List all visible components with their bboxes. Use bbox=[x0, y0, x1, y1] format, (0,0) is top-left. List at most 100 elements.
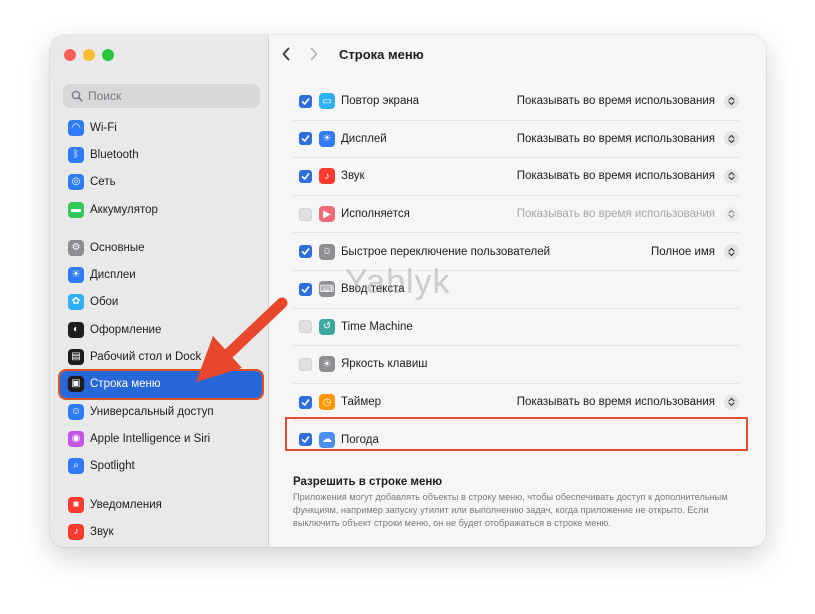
checkbox[interactable] bbox=[299, 94, 312, 108]
screen-mirroring-icon: ▭ bbox=[319, 93, 335, 110]
sidebar-item-label: Дисплеи bbox=[90, 269, 136, 282]
updown-chevron-icon bbox=[724, 168, 739, 184]
sidebar-item-label: Аккумулятор bbox=[90, 203, 158, 216]
chevron-left-icon bbox=[282, 47, 290, 61]
sidebar-item-4[interactable]: ▬ Аккумулятор bbox=[60, 196, 262, 223]
dock-icon: ▤ bbox=[68, 349, 84, 366]
checkmark-icon bbox=[301, 436, 310, 443]
siri-icon: ◉ bbox=[68, 430, 84, 447]
checkbox[interactable] bbox=[299, 132, 312, 146]
visibility-select[interactable]: Показывать во время использования bbox=[517, 168, 739, 184]
settings-window: Поиск ◠ Wi-Fi ᛒ Bluetooth ◎ Сеть ▬ Аккумулятор ⚙… bbox=[50, 35, 766, 547]
timer-icon: ◷ bbox=[319, 394, 335, 411]
sidebar-item-7[interactable]: ✿ Обои bbox=[60, 289, 262, 316]
sidebar-item-8[interactable]: ◐ Оформление bbox=[60, 316, 262, 343]
menu-item-row: ♪ Звук Показывать во время использования bbox=[293, 158, 739, 196]
sun-icon: ☀ bbox=[68, 267, 84, 284]
checkbox[interactable] bbox=[299, 357, 312, 371]
menu-item-row: ☺ Быстрое переключение пользователей Полно… bbox=[293, 233, 739, 271]
spotlight-icon: ⌕ bbox=[68, 458, 84, 475]
minimize-button[interactable] bbox=[83, 49, 95, 61]
menu-item-label: Погода bbox=[341, 433, 379, 446]
visibility-select[interactable]: Показывать во время использования bbox=[517, 131, 739, 147]
menu-item-label: Ввод текста bbox=[341, 283, 405, 296]
sidebar-item-3[interactable]: ◎ Сеть bbox=[60, 169, 262, 196]
sidebar-item-label: Bluetooth bbox=[90, 148, 139, 161]
updown-chevron-icon bbox=[724, 93, 739, 109]
menu-item-row: ◷ Таймер Показывать во время использования bbox=[293, 384, 739, 422]
display-icon: ☀ bbox=[319, 130, 335, 147]
checkbox[interactable] bbox=[299, 207, 312, 221]
updown-chevron-icon bbox=[724, 206, 739, 222]
checkbox[interactable] bbox=[299, 245, 312, 259]
sidebar-item-10[interactable]: ▣ Строка меню bbox=[58, 368, 264, 400]
battery-icon: ▬ bbox=[68, 201, 84, 218]
gear-icon: ⚙ bbox=[68, 239, 84, 256]
updown-chevron-icon bbox=[724, 394, 739, 410]
close-button[interactable] bbox=[64, 49, 76, 61]
toolbar: Строка меню bbox=[269, 35, 766, 73]
now-playing-icon: ▶ bbox=[319, 206, 335, 223]
back-button[interactable] bbox=[275, 43, 297, 65]
menu-item-row: ▶ Исполняется Показывать во время использо… bbox=[293, 196, 739, 234]
bluetooth-icon: ᛒ bbox=[68, 146, 84, 163]
keyboard-brightness-icon: ☀ bbox=[319, 356, 335, 373]
sound-icon: ♪ bbox=[68, 523, 84, 540]
menu-item-label: Повтор экрана bbox=[341, 95, 420, 108]
checkmark-icon bbox=[301, 173, 310, 180]
sidebar-item-label: Оформление bbox=[90, 323, 162, 336]
visibility-select[interactable]: Показывать во время использования bbox=[517, 394, 739, 410]
select-value: Показывать во время использования bbox=[516, 95, 715, 108]
globe-icon: ◎ bbox=[68, 174, 84, 191]
sidebar-section-gap bbox=[60, 480, 262, 491]
menu-item-label: Таймер bbox=[341, 396, 382, 409]
sidebar-item-13[interactable]: ⌕ Spotlight bbox=[60, 453, 262, 480]
sidebar-item-11[interactable]: ☺ Универсальный доступ bbox=[60, 398, 262, 425]
sidebar-item-6[interactable]: ☀ Дисплеи bbox=[60, 261, 262, 288]
sidebar-item-label: Wi-Fi bbox=[90, 121, 117, 134]
window-controls bbox=[64, 49, 114, 61]
visibility-select[interactable]: Показывать во время использования bbox=[517, 206, 739, 222]
weather-icon: ☁ bbox=[319, 431, 335, 448]
sidebar-list: ◠ Wi-Fi ᛒ Bluetooth ◎ Сеть ▬ Аккумулятор ⚙ Основн… bbox=[58, 114, 264, 545]
checkmark-icon bbox=[301, 285, 310, 293]
menu-item-row: ☀ Яркость клавиш bbox=[293, 346, 739, 384]
sidebar-item-9[interactable]: ▤ Рабочий стол и Dock bbox=[60, 343, 262, 370]
sidebar-item-label: Универсальный доступ bbox=[90, 405, 214, 418]
checkmark-icon bbox=[301, 135, 310, 143]
checkbox[interactable] bbox=[299, 433, 312, 447]
visibility-select[interactable]: Полное имя bbox=[651, 244, 739, 260]
menu-item-row: ☀ Дисплей Показывать во время использовани… bbox=[293, 121, 739, 159]
menu-item-row: ☁ Погода bbox=[293, 421, 739, 458]
sidebar-item-label: Сеть bbox=[90, 176, 116, 189]
forward-button[interactable] bbox=[303, 43, 325, 65]
sidebar-item-15[interactable]: ♪ Звук bbox=[60, 518, 262, 545]
checkbox[interactable] bbox=[299, 169, 312, 183]
menu-item-label: Звук bbox=[341, 170, 365, 183]
menu-items-list: ▭ Повтор экрана Показывать во время исполь… bbox=[293, 83, 739, 458]
sidebar-item-14[interactable]: ■ Уведомления bbox=[60, 491, 262, 518]
search-input[interactable]: Поиск bbox=[63, 84, 260, 108]
menu-item-row: ↺ Time Machine bbox=[293, 309, 739, 347]
sidebar-item-label: Основные bbox=[90, 241, 145, 254]
sidebar-item-2[interactable]: ᛒ Bluetooth bbox=[60, 141, 262, 168]
notifications-icon: ■ bbox=[68, 496, 84, 513]
checkmark-icon bbox=[301, 398, 310, 406]
sidebar-item-label: Apple Intelligence и Siri bbox=[90, 432, 211, 445]
search-icon bbox=[71, 90, 83, 102]
sidebar-item-1[interactable]: ◠ Wi-Fi bbox=[60, 114, 262, 141]
menu-item-label: Яркость клавиш bbox=[341, 358, 428, 371]
sidebar-item-5[interactable]: ⚙ Основные bbox=[60, 234, 262, 261]
updown-chevron-icon bbox=[724, 244, 739, 260]
visibility-select[interactable]: Показывать во время использования bbox=[516, 93, 739, 109]
checkbox[interactable] bbox=[299, 320, 312, 334]
allow-section-title: Разрешить в строке меню bbox=[293, 476, 443, 488]
updown-chevron-icon bbox=[724, 131, 739, 147]
checkmark-icon bbox=[301, 248, 310, 255]
checkbox[interactable] bbox=[299, 282, 312, 296]
chevron-right-icon bbox=[310, 47, 318, 61]
sidebar-item-12[interactable]: ◉ Apple Intelligence и Siri bbox=[60, 425, 262, 452]
zoom-button[interactable] bbox=[102, 49, 114, 61]
time-machine-icon: ↺ bbox=[319, 318, 335, 335]
checkbox[interactable] bbox=[299, 395, 312, 409]
